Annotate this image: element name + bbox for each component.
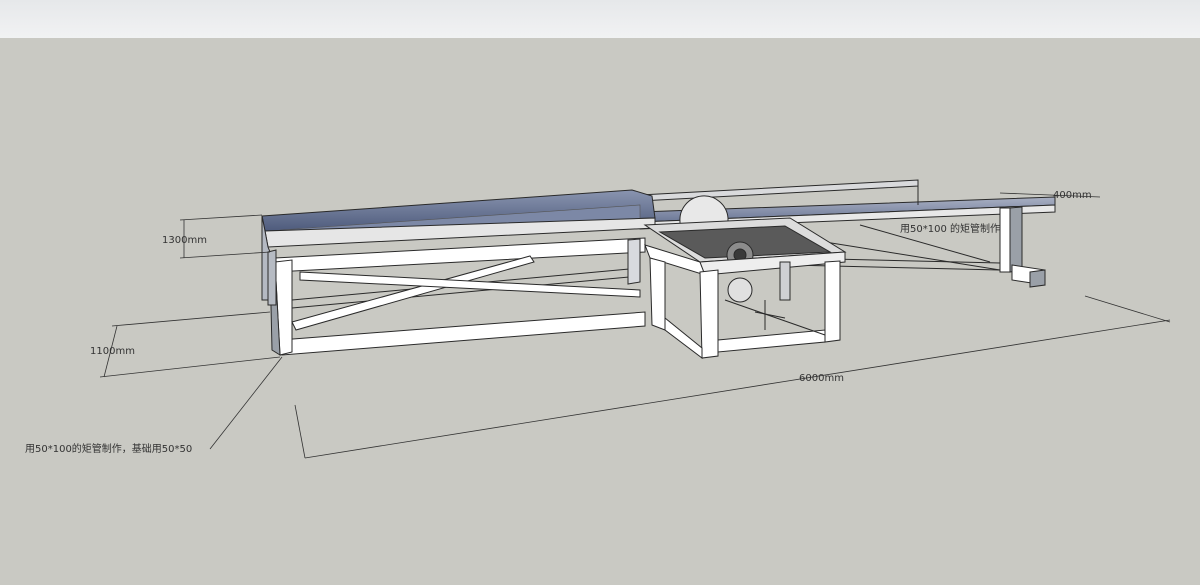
- extension-leg-side: [1009, 206, 1023, 273]
- dim-6000-ext-right: [1084, 295, 1171, 323]
- crank: [754, 311, 786, 319]
- saw-leg-rear: [779, 261, 791, 301]
- rear-rail: [639, 179, 919, 202]
- pulley: [727, 277, 753, 303]
- main-table: [261, 189, 656, 356]
- main-material-note: 用50*100的矩管制作，基础用50*50: [25, 442, 192, 455]
- length-dimension-label: 6000mm: [799, 373, 844, 384]
- dim-1100-ext-bottom: [99, 356, 281, 378]
- main-note-leader: [209, 356, 283, 450]
- height-dimension-label: 1100mm: [90, 346, 135, 357]
- extension-foot-side: [1029, 269, 1046, 288]
- rear-left-leg: [267, 249, 277, 306]
- extension-width-label: 400mm: [1053, 190, 1092, 201]
- saw-table-drawing: 1300mm 1100mm 6000mm 400mm 用50*100的矩管制作，…: [25, 179, 1171, 459]
- saw-leg-right: [824, 260, 841, 343]
- middle-leg: [627, 238, 641, 285]
- saw-leg-left: [649, 257, 666, 331]
- saw-lower-rail-front: [717, 329, 826, 353]
- dim-1300-ext-top: [179, 214, 263, 221]
- extension-leg: [999, 207, 1011, 273]
- extension-material-note: 用50*100 的矩管制作: [900, 222, 1000, 235]
- dim-1300-ext-bottom: [179, 251, 271, 259]
- dim-1100-ext-top: [111, 311, 271, 327]
- saw-leg-front: [699, 269, 719, 359]
- depth-dimension-label: 1300mm: [162, 235, 207, 246]
- dim-6000-ext-left: [294, 404, 306, 459]
- saw-lower-rail-left: [664, 316, 703, 360]
- saw-lower-rail-rear: [724, 299, 826, 336]
- extension-lower-rail: [789, 264, 1001, 271]
